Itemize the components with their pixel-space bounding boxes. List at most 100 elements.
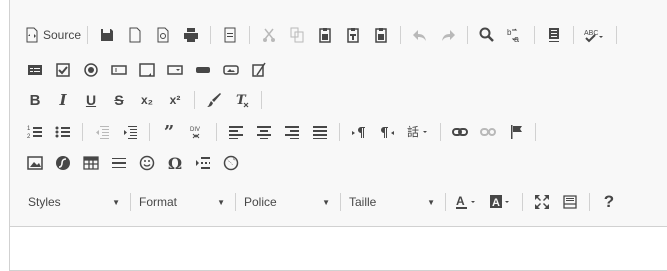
undo-button[interactable] (409, 24, 431, 46)
text-color-button[interactable]: A (452, 191, 480, 213)
format-label: Format (139, 195, 178, 209)
blockquote-button[interactable]: ” (158, 121, 180, 143)
preview-icon (157, 27, 169, 43)
paste-icon (319, 28, 331, 43)
select-button[interactable] (164, 59, 186, 81)
outdent-button[interactable] (91, 121, 113, 143)
underline-button[interactable]: U (80, 89, 102, 111)
chevron-down-icon: ▼ (112, 197, 120, 207)
button-button[interactable] (192, 59, 214, 81)
redo-button[interactable] (437, 24, 459, 46)
page-break-button[interactable] (192, 152, 214, 174)
separator (440, 123, 441, 141)
horizontal-rule-button[interactable] (108, 152, 130, 174)
flash-button[interactable] (52, 152, 74, 174)
bulleted-list-button[interactable] (52, 121, 74, 143)
hidden-field-button[interactable] (248, 59, 270, 81)
paste-button[interactable] (314, 24, 336, 46)
form-button[interactable] (24, 59, 46, 81)
source-button[interactable]: Source (24, 24, 81, 46)
separator (216, 123, 217, 141)
copy-button[interactable] (286, 24, 308, 46)
button-icon (196, 67, 210, 73)
omega-icon: Ω (167, 153, 183, 173)
source-label: Source (43, 28, 82, 42)
save-icon (101, 29, 114, 41)
print-button[interactable] (180, 24, 202, 46)
preview-button[interactable] (152, 24, 174, 46)
textarea-button[interactable] (136, 59, 158, 81)
copy-icon (290, 27, 304, 43)
indent-button[interactable] (119, 121, 141, 143)
image-button-button[interactable] (220, 59, 242, 81)
replace-icon: ba (507, 28, 519, 43)
justify-button[interactable] (309, 121, 331, 143)
help-button[interactable]: ? (598, 191, 620, 213)
ltr-button[interactable] (348, 121, 370, 143)
show-blocks-button[interactable] (559, 191, 581, 213)
hidden-field-icon (252, 62, 266, 77)
align-right-button[interactable] (281, 121, 303, 143)
separator (535, 123, 536, 141)
textfield-button[interactable] (108, 59, 130, 81)
editor-content-area[interactable] (10, 227, 667, 270)
separator (130, 193, 131, 211)
find-button[interactable] (476, 24, 498, 46)
templates-button[interactable] (219, 24, 241, 46)
format-combo[interactable]: Format ▼ (135, 191, 231, 213)
separator (589, 193, 590, 211)
font-combo[interactable]: Police ▼ (240, 191, 336, 213)
styles-combo[interactable]: Styles ▼ (24, 191, 126, 213)
templates-icon (224, 27, 236, 43)
checkbox-button[interactable] (52, 59, 74, 81)
separator (210, 26, 212, 44)
rtl-button[interactable] (376, 121, 398, 143)
smiley-button[interactable] (136, 152, 158, 174)
paste-text-button[interactable] (342, 24, 364, 46)
anchor-button[interactable] (505, 121, 527, 143)
language-button[interactable]: 話 (404, 121, 432, 143)
new-page-button[interactable] (124, 24, 146, 46)
size-combo[interactable]: Taille ▼ (345, 191, 441, 213)
iframe-button[interactable] (220, 152, 242, 174)
font-label: Police (244, 195, 277, 209)
paste-word-button[interactable] (370, 24, 392, 46)
div-container-button[interactable]: DIV (186, 121, 208, 143)
smiley-icon (139, 155, 155, 171)
cut-button[interactable] (258, 24, 280, 46)
align-center-button[interactable] (253, 121, 275, 143)
link-button[interactable] (449, 121, 471, 143)
remove-format-button[interactable]: T (231, 89, 253, 111)
radio-button[interactable] (80, 59, 102, 81)
align-left-button[interactable] (225, 121, 247, 143)
unlink-button[interactable] (477, 121, 499, 143)
select-all-button[interactable] (543, 24, 565, 46)
special-char-button[interactable]: Ω (164, 152, 186, 174)
spellcheck-button[interactable]: ABC (582, 24, 608, 46)
separator (400, 26, 402, 44)
copy-format-button[interactable] (203, 89, 225, 111)
italic-button[interactable]: I (52, 89, 74, 111)
toolbar-row-3: B I U S x₂ x² T (24, 87, 270, 113)
numbered-list-button[interactable]: 12 (24, 121, 46, 143)
bg-color-button[interactable]: A (486, 191, 514, 213)
image-icon (27, 156, 43, 170)
paste-text-icon (347, 28, 359, 43)
bold-button[interactable]: B (24, 89, 46, 111)
save-button[interactable] (96, 24, 118, 46)
toolbar-row-1: Source ba ABC (24, 22, 625, 48)
image-button[interactable] (24, 152, 46, 174)
table-button[interactable] (80, 152, 102, 174)
replace-button[interactable]: ba (504, 24, 526, 46)
horizontal-rule-icon (112, 158, 126, 168)
editor-toolbar: Source ba ABC B I U S x₂ x² T 1 2 ” DIV … (10, 0, 667, 227)
separator (82, 123, 83, 141)
numbered-list-icon: 12 (27, 126, 42, 140)
superscript-button[interactable]: x² (164, 89, 186, 111)
source-icon (26, 27, 38, 43)
maximize-button[interactable] (531, 191, 553, 213)
strikethrough-button[interactable]: S (108, 89, 130, 111)
separator (339, 123, 340, 141)
toolbar-row-5: Ω (24, 150, 248, 176)
subscript-button[interactable]: x₂ (136, 89, 158, 111)
